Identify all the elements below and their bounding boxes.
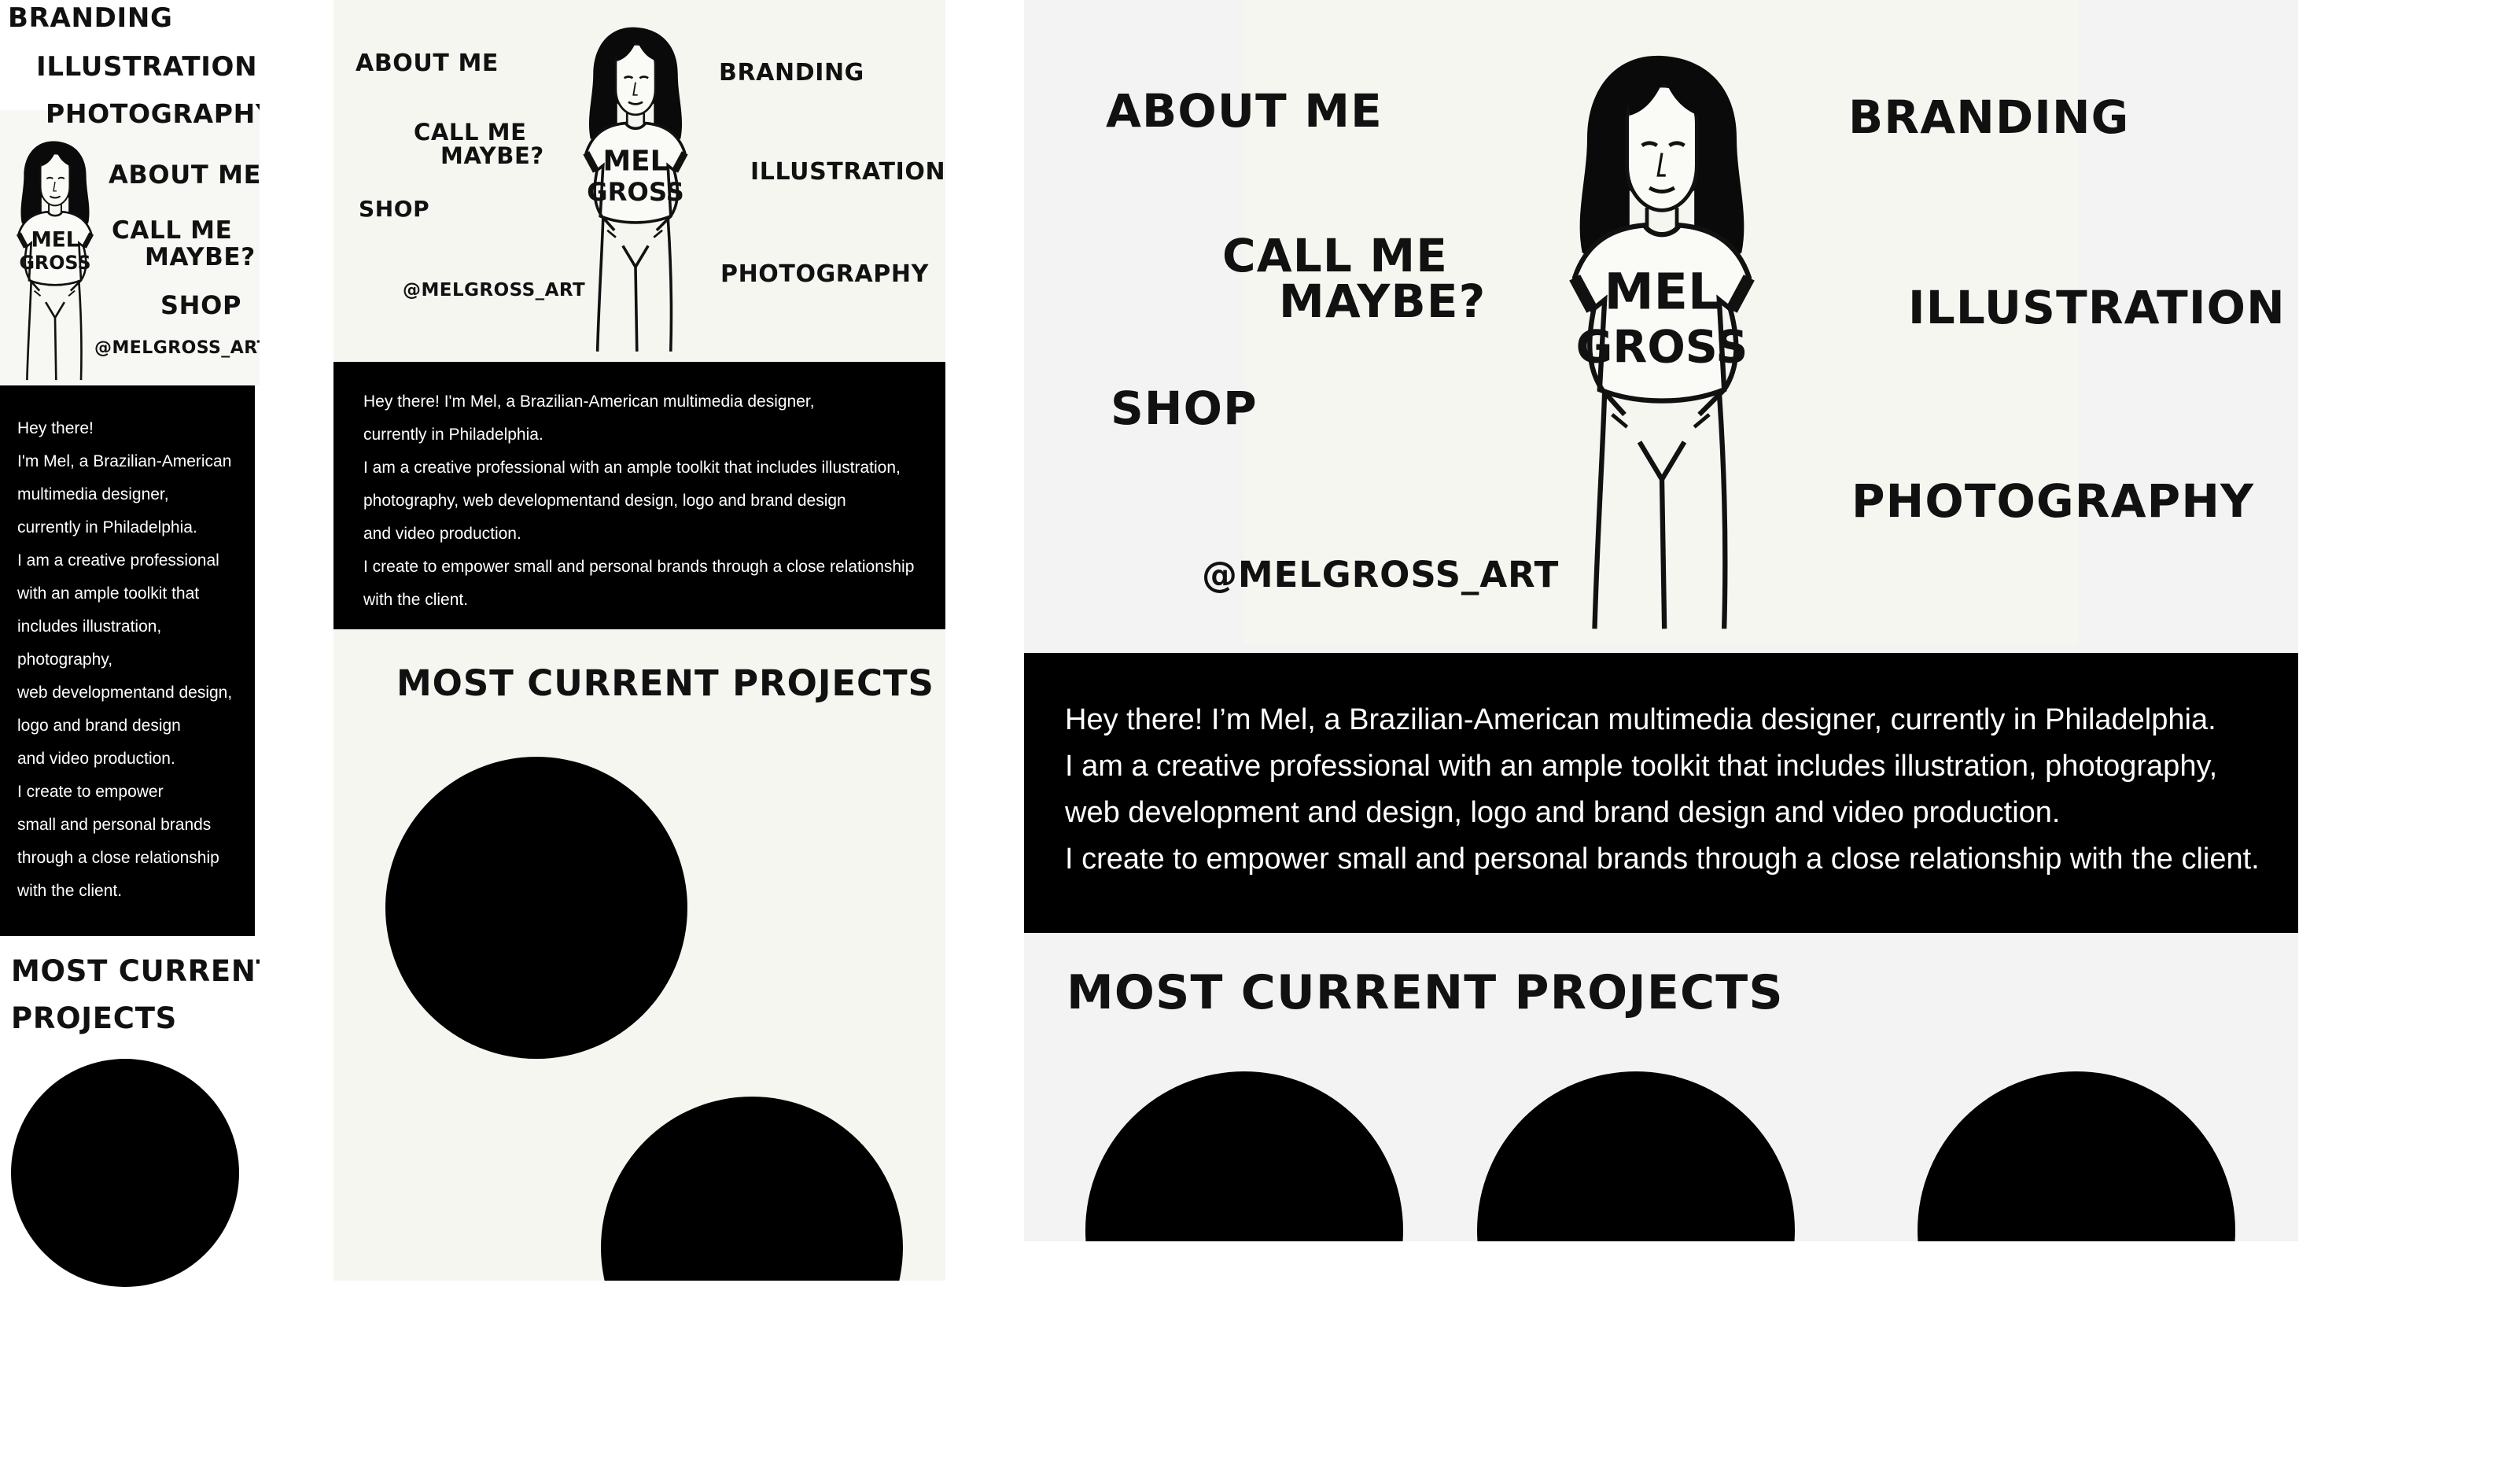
bio-line: photography, — [17, 651, 113, 669]
bio-line: Hey there! — [17, 419, 94, 437]
nav-branding-link[interactable]: BRANDING — [719, 61, 864, 85]
nav-branding-link[interactable]: BRANDING — [1848, 94, 2129, 140]
bio-line: currently in Philadelphia. — [17, 518, 197, 536]
mel-portrait-illustration — [565, 19, 706, 357]
nav-photography-link[interactable]: PHOTOGRAPHY — [720, 263, 929, 286]
bio-line: I create to empower small and personal b… — [1065, 842, 2260, 876]
instagram-handle-link[interactable]: @MELGROSS_ART — [403, 282, 585, 300]
mobile-bio-block: Hey there! I'm Mel, a Brazilian-American… — [0, 385, 255, 936]
mobile-layout: BRANDING ILLUSTRATION PHOTOGRAPHY ABOUT … — [0, 0, 260, 1306]
nav-illustration-link[interactable]: ILLUSTRATION — [1908, 285, 2286, 330]
nav-photography-link[interactable]: PHOTOGRAPHY — [46, 101, 260, 127]
nav-about-link[interactable]: ABOUT ME — [356, 52, 499, 76]
project-thumbnail[interactable] — [11, 1059, 239, 1287]
nav-illustration-link[interactable]: ILLUSTRATION — [750, 160, 945, 184]
bio-line: I am a creative professional with an amp… — [1065, 750, 2218, 783]
project-thumbnail[interactable] — [1477, 1071, 1795, 1241]
bio-line: with the client. — [363, 591, 469, 609]
bio-line: I'm Mel, a Brazilian-American — [17, 452, 232, 470]
nav-illustration-link[interactable]: ILLUSTRATION — [36, 53, 257, 80]
instagram-handle-link[interactable]: @MELGROSS_ART — [94, 340, 260, 357]
desktop-bio-block: Hey there! I’m Mel, a Brazilian-American… — [1024, 653, 2298, 933]
instagram-handle-link[interactable]: @MELGROSS_ART — [1202, 557, 1559, 592]
nav-call-me-link-line2[interactable]: MAYBE? — [145, 245, 256, 270]
nav-shop-link[interactable]: SHOP — [160, 293, 241, 318]
mobile-bio-text: Hey there! I'm Mel, a Brazilian-American… — [17, 412, 232, 908]
projects-heading-mobile-line2: PROJECTS — [11, 1001, 178, 1035]
nav-call-me-link-line2[interactable]: MAYBE? — [1279, 278, 1487, 324]
bio-line: with an ample toolkit that — [17, 584, 200, 603]
mel-portrait-illustration — [1532, 41, 1792, 639]
nav-call-me-link[interactable]: CALL ME — [1222, 233, 1448, 278]
bio-line: and video production. — [17, 750, 175, 768]
nav-branding-link[interactable]: BRANDING — [8, 5, 173, 31]
project-thumbnail[interactable] — [601, 1097, 903, 1281]
project-thumbnail[interactable] — [385, 757, 687, 1059]
bio-line: small and personal brands — [17, 816, 212, 834]
bio-line: Hey there! I'm Mel, a Brazilian-American… — [363, 393, 815, 411]
projects-heading-mobile: MOST CURRENT — [11, 954, 260, 988]
bio-line: currently in Philadelphia. — [363, 426, 543, 444]
tablet-layout: ABOUT ME CALL ME MAYBE? SHOP @MELGROSS_A… — [333, 0, 945, 1281]
nav-shop-link[interactable]: SHOP — [1111, 385, 1258, 431]
bio-line: I create to empower — [17, 783, 164, 801]
nav-call-me-link[interactable]: CALL ME — [414, 121, 527, 144]
bio-line: multimedia designer, — [17, 485, 169, 503]
nav-photography-link[interactable]: PHOTOGRAPHY — [1851, 478, 2254, 524]
projects-heading-desktop: MOST CURRENT PROJECTS — [1067, 965, 1784, 1020]
mel-portrait-illustration — [3, 134, 107, 385]
bio-line: with the client. — [17, 882, 123, 900]
bio-line: web development and design, logo and bra… — [1065, 796, 2061, 829]
bio-line: through a close relationship — [17, 849, 219, 867]
project-thumbnail[interactable] — [1085, 1071, 1403, 1241]
bio-line: logo and brand design — [17, 717, 181, 735]
bio-line: Hey there! I’m Mel, a Brazilian-American… — [1065, 703, 2216, 736]
project-thumbnail[interactable] — [1918, 1071, 2235, 1241]
tablet-bio-block: Hey there! I'm Mel, a Brazilian-American… — [333, 362, 945, 629]
bio-line: web developmentand design, — [17, 684, 233, 702]
nav-call-me-link-line2[interactable]: MAYBE? — [440, 145, 544, 168]
tablet-bio-text: Hey there! I'm Mel, a Brazilian-American… — [363, 385, 914, 617]
nav-call-me-link[interactable]: CALL ME — [112, 219, 232, 243]
bio-line: includes illustration, — [17, 618, 162, 636]
bio-line: photography, web developmentand design, … — [363, 492, 846, 510]
nav-shop-link[interactable]: SHOP — [359, 198, 429, 220]
nav-about-link[interactable]: ABOUT ME — [109, 162, 260, 187]
bio-line: and video production. — [363, 525, 521, 543]
desktop-layout: ABOUT ME CALL ME MAYBE? SHOP @MELGROSS_A… — [1024, 0, 2298, 1241]
projects-heading-tablet: MOST CURRENT PROJECTS — [396, 662, 934, 704]
bio-line: I am a creative professional with an amp… — [363, 459, 901, 477]
bio-line: I create to empower small and personal b… — [363, 558, 915, 576]
bio-line: I am a creative professional — [17, 551, 219, 570]
nav-about-link[interactable]: ABOUT ME — [1106, 88, 1383, 134]
desktop-bio-text: Hey there! I’m Mel, a Brazilian-American… — [1065, 697, 2260, 883]
